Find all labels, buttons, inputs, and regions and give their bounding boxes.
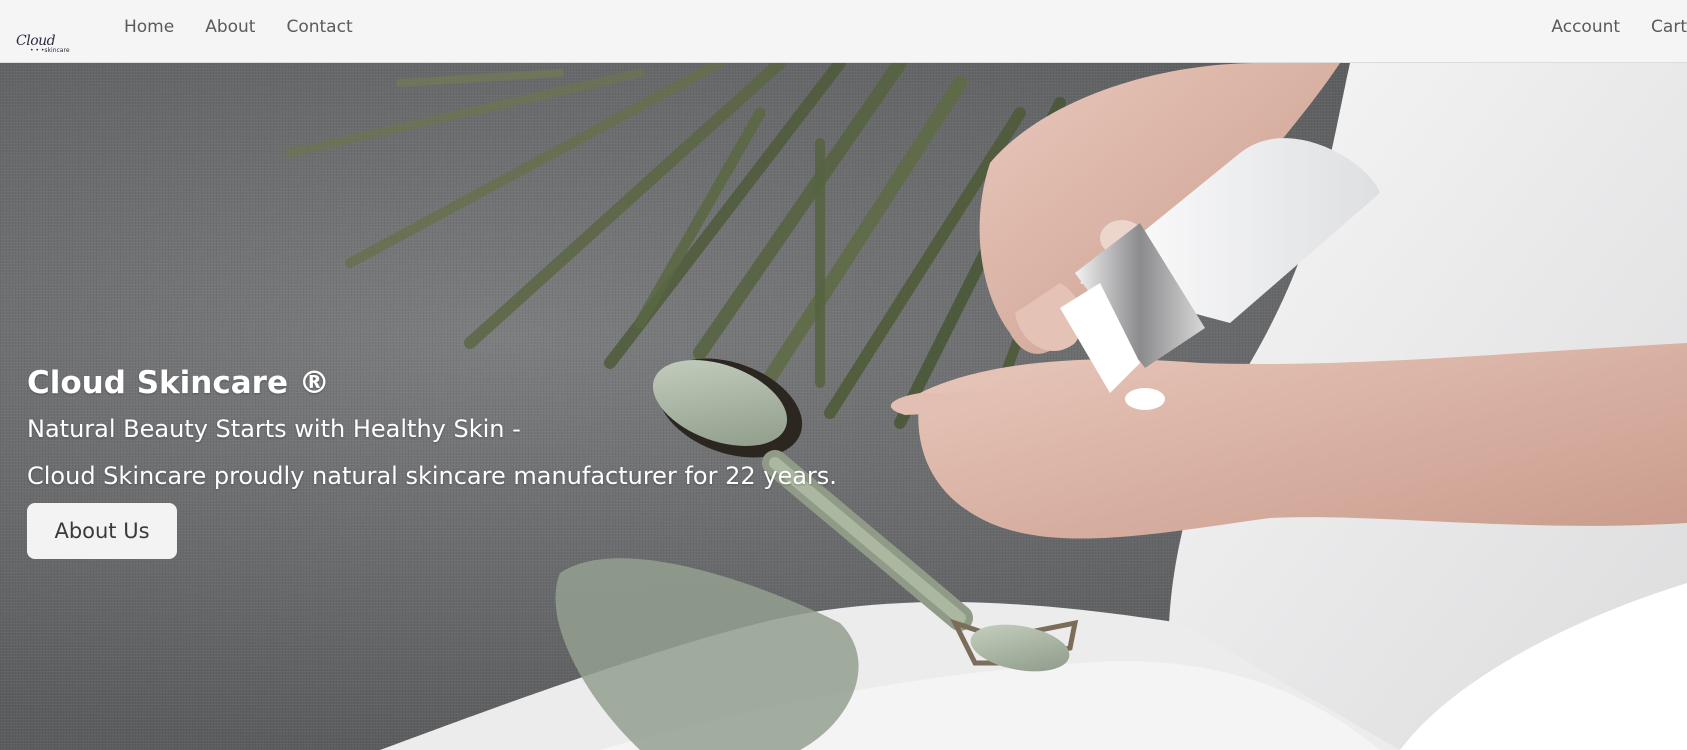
hero-tagline: Cloud Skincare proudly natural skincare … (27, 462, 837, 490)
about-us-button[interactable]: About Us (27, 503, 177, 559)
hero-title: Cloud Skincare ® (27, 365, 330, 401)
brand-logo[interactable]: Cloud • • •skincare (16, 34, 76, 58)
nav-link-about[interactable]: About (205, 17, 255, 37)
nav-link-account[interactable]: Account (1551, 17, 1620, 37)
top-navbar: Cloud • • •skincare Home About Contact A… (0, 0, 1687, 63)
logo-script-text: Cloud (16, 33, 56, 49)
secondary-nav: Account Cart (1520, 17, 1687, 37)
hero-background-image (285, 63, 1687, 750)
hero-banner: Cloud Skincare ® Natural Beauty Starts w… (0, 63, 1687, 750)
logo-sub-text: • • •skincare (30, 47, 70, 54)
hero-subtitle: Natural Beauty Starts with Healthy Skin … (27, 415, 521, 443)
nav-link-cart[interactable]: Cart (1651, 17, 1687, 37)
primary-nav: Home About Contact (124, 17, 384, 37)
nav-link-contact[interactable]: Contact (286, 17, 352, 37)
nav-link-home[interactable]: Home (124, 17, 174, 37)
